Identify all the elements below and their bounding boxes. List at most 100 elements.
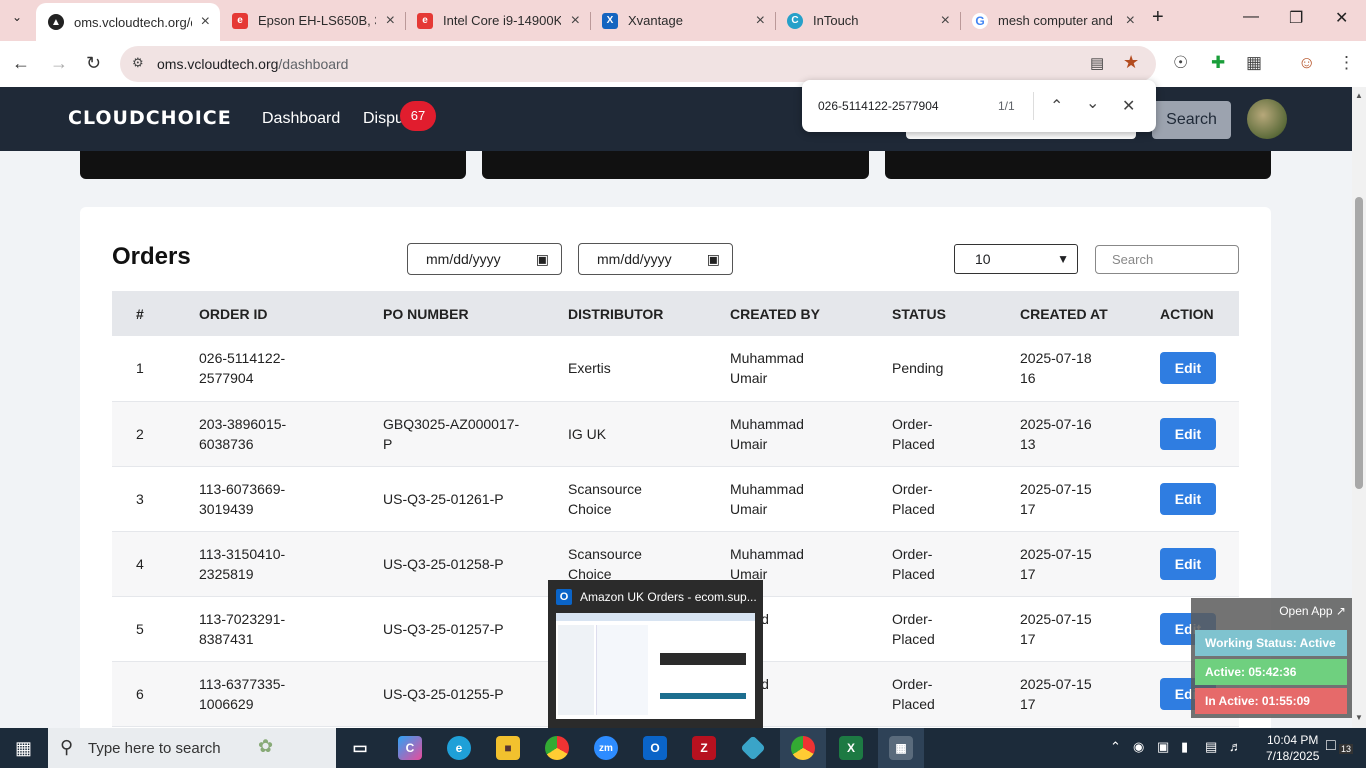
app-diamond-icon[interactable] bbox=[740, 735, 766, 761]
omnibox[interactable]: ⚙ oms.vcloudtech.org/dashboard ▤ ★ bbox=[120, 46, 1156, 82]
find-close-icon[interactable]: ✕ bbox=[1122, 96, 1135, 116]
taskbar-search[interactable]: ⚲ Type here to search ✿ bbox=[48, 728, 336, 768]
file-explorer-icon[interactable]: ■ bbox=[496, 736, 520, 760]
back-icon[interactable]: ← bbox=[12, 53, 30, 74]
tray-network-icon[interactable]: ▤ bbox=[1205, 739, 1217, 755]
edit-button[interactable]: Edit bbox=[1160, 417, 1216, 450]
cell-text: Order- Placed bbox=[892, 480, 935, 517]
cell-text: Muhammad Umair bbox=[730, 350, 804, 387]
tray-camera-icon[interactable]: ◉ bbox=[1133, 739, 1144, 755]
window-close-icon[interactable]: ✕ bbox=[1335, 8, 1348, 28]
excel-icon[interactable]: X bbox=[839, 736, 863, 760]
clock-date: 7/18/2025 bbox=[1266, 749, 1320, 763]
copilot-icon[interactable]: C bbox=[398, 736, 422, 760]
edit-button[interactable]: Edit bbox=[1160, 482, 1216, 515]
cell-text: Exertis bbox=[568, 360, 611, 377]
page-size-select[interactable]: 10 ▼ bbox=[954, 244, 1078, 274]
calculator-icon[interactable]: ▦ bbox=[889, 736, 913, 760]
preview-thumbnail[interactable] bbox=[556, 613, 755, 719]
tab-xvantage[interactable]: X Xvantage × bbox=[590, 4, 775, 37]
menu-dots-icon[interactable]: ⋮ bbox=[1338, 53, 1355, 73]
find-match-count: 1/1 bbox=[998, 99, 1015, 113]
cell-text: 113-7023291- 8387431 bbox=[199, 610, 286, 647]
edit-button[interactable]: Edit bbox=[1160, 547, 1216, 580]
minimize-icon[interactable]: — bbox=[1243, 8, 1259, 26]
close-icon[interactable]: × bbox=[1126, 12, 1135, 30]
close-icon[interactable]: × bbox=[386, 12, 395, 30]
tray-volume-icon[interactable]: ♬ bbox=[1229, 739, 1242, 754]
close-icon[interactable]: × bbox=[756, 12, 765, 30]
site-info-icon[interactable]: ⚙ bbox=[132, 55, 144, 71]
tab-title: oms.vcloudtech.org/d bbox=[74, 14, 192, 30]
col-header: CREATED AT bbox=[1020, 291, 1160, 336]
scroll-thumb[interactable] bbox=[1355, 197, 1363, 489]
forward-icon[interactable]: → bbox=[50, 53, 68, 74]
avatar[interactable] bbox=[1247, 99, 1287, 139]
scroll-down-icon[interactable]: ▼ bbox=[1355, 713, 1363, 722]
tab-google[interactable]: G mesh computer and l × bbox=[960, 4, 1145, 37]
taskbar-search-placeholder: Type here to search bbox=[88, 740, 221, 757]
tab-search-icon[interactable]: ⌄ bbox=[12, 10, 22, 24]
cell-text: 1 bbox=[136, 360, 144, 377]
filezilla-icon[interactable]: Z bbox=[692, 736, 716, 760]
tray-battery-icon[interactable]: ▮ bbox=[1181, 739, 1188, 755]
cell-text: 2025-07-15 17 bbox=[1020, 610, 1092, 647]
col-header: DISTRIBUTOR bbox=[568, 291, 730, 336]
cell-distributor: Scansource Choice bbox=[568, 466, 730, 532]
table-row: 1 026-5114122- 2577904 Exertis Muhammad Uma… bbox=[112, 336, 1239, 402]
open-app-link[interactable]: Open App ↗ bbox=[1279, 604, 1346, 618]
calendar-icon[interactable]: ▣ bbox=[536, 244, 549, 274]
ebuyer-favicon-icon: e bbox=[232, 12, 248, 29]
thumb-banner bbox=[660, 653, 746, 665]
chrome-profile-icon[interactable] bbox=[791, 736, 815, 760]
taskbar-clock[interactable]: 10:04 PM 7/18/2025 bbox=[1266, 732, 1319, 764]
nav-disputes[interactable]: Dispu bbox=[363, 110, 404, 128]
profile-icon[interactable]: ☺ bbox=[1298, 53, 1315, 73]
close-icon[interactable]: × bbox=[571, 12, 580, 30]
orders-search-input[interactable]: Search bbox=[1095, 245, 1239, 274]
find-query-input[interactable]: 026-5114122-2577904 bbox=[818, 99, 939, 113]
tray-display-icon[interactable]: ▣ bbox=[1157, 739, 1169, 755]
find-previous-icon[interactable]: ⌃ bbox=[1050, 96, 1063, 116]
bookmark-star-icon[interactable]: ★ bbox=[1123, 52, 1139, 73]
tab-oms[interactable]: ▲ oms.vcloudtech.org/d × bbox=[36, 3, 220, 41]
windows-start-icon[interactable]: ▦ bbox=[15, 738, 32, 759]
translate-icon[interactable]: ☉ bbox=[1173, 53, 1188, 73]
restore-icon[interactable]: ❐ bbox=[1289, 8, 1303, 28]
extension-plus-icon[interactable]: ✚ bbox=[1211, 53, 1225, 73]
tray-overflow-icon[interactable]: ⌃ bbox=[1110, 739, 1121, 755]
zoom-icon[interactable]: zm bbox=[594, 736, 618, 760]
find-next-icon[interactable]: ⌄ bbox=[1086, 93, 1099, 113]
taskbar-window-preview[interactable]: O Amazon UK Orders - ecom.sup... bbox=[548, 580, 763, 728]
cloudchoice-logo[interactable]: CLOUDCHOICE bbox=[68, 107, 232, 129]
notification-icon[interactable]: □ bbox=[1326, 737, 1336, 755]
tab-intel[interactable]: e Intel Core i9-14900KS × bbox=[405, 4, 590, 37]
close-icon[interactable]: × bbox=[201, 13, 210, 31]
scroll-up-icon[interactable]: ▲ bbox=[1355, 91, 1363, 100]
tab-intouch[interactable]: C InTouch × bbox=[775, 4, 960, 37]
new-tab-icon[interactable]: + bbox=[1152, 6, 1164, 29]
close-icon[interactable]: × bbox=[941, 12, 950, 30]
cell-order-id: 113-3150410- 2325819 bbox=[199, 531, 383, 597]
page-scrollbar[interactable]: ▲ ▼ bbox=[1352, 87, 1366, 728]
cell-text: US-Q3-25-01258-P bbox=[383, 555, 504, 572]
date-to-input[interactable]: mm/dd/yyyy ▣ bbox=[578, 243, 733, 275]
header-search-button[interactable]: Search bbox=[1152, 101, 1231, 139]
chrome-icon[interactable] bbox=[545, 736, 569, 760]
find-in-page-icon[interactable]: ▤ bbox=[1090, 54, 1104, 72]
edit-button[interactable]: Edit bbox=[1160, 352, 1216, 385]
cell-distributor: Exertis bbox=[568, 336, 730, 402]
cell-created-by: Muhammad Umair bbox=[730, 336, 892, 402]
reload-icon[interactable]: ↻ bbox=[86, 53, 101, 74]
cell-text: Muhammad Umair bbox=[730, 415, 804, 452]
extensions-puzzle-icon[interactable]: ▦ bbox=[1246, 53, 1262, 73]
nav-dashboard[interactable]: Dashboard bbox=[262, 110, 340, 128]
edge-icon[interactable]: e bbox=[447, 736, 471, 760]
tab-epson[interactable]: e Epson EH-LS650B, 36 × bbox=[220, 4, 405, 37]
date-from-input[interactable]: mm/dd/yyyy ▣ bbox=[407, 243, 562, 275]
task-view-icon[interactable]: ▭ bbox=[348, 736, 372, 760]
cell-text: 113-3150410- 2325819 bbox=[199, 545, 286, 582]
outlook-taskbar-icon[interactable]: O bbox=[643, 736, 667, 760]
table-row: 3 113-6073669- 3019439 US-Q3-25-01261-P Sca… bbox=[112, 466, 1239, 532]
calendar-icon[interactable]: ▣ bbox=[707, 244, 720, 274]
